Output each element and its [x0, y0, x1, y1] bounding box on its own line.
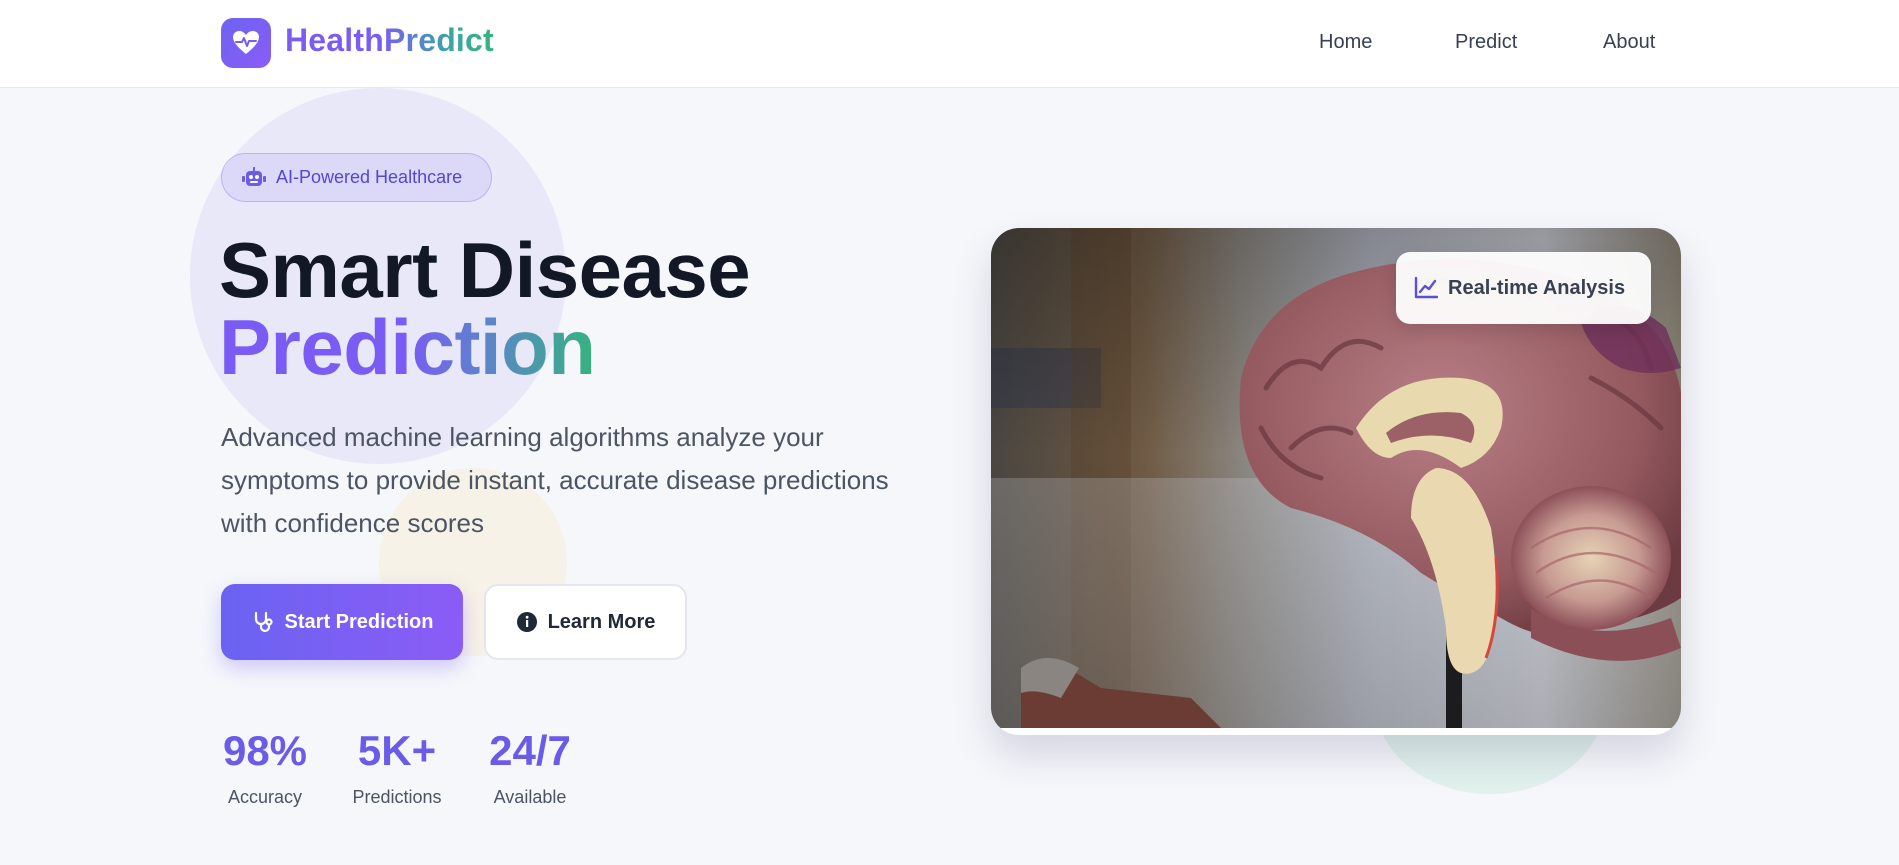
realtime-analysis-chip: Real-time Analysis: [1396, 252, 1651, 324]
start-prediction-label: Start Prediction: [284, 610, 434, 633]
learn-more-button[interactable]: Learn More: [484, 584, 687, 660]
ai-badge: AI-Powered Healthcare: [221, 153, 492, 202]
site-header: HealthPredict Home Predict About: [0, 0, 1899, 88]
stat-value: 24/7: [489, 727, 571, 774]
stethoscope-icon: [251, 610, 275, 634]
stat-accuracy: 98% Accuracy: [217, 723, 313, 808]
app-name[interactable]: HealthPredict: [285, 22, 494, 59]
nav-predict[interactable]: Predict: [1455, 31, 1517, 54]
badge-label: AI-Powered Healthcare: [276, 167, 463, 187]
hero-title-line2: Prediction: [219, 303, 596, 391]
stat-value: 5K+: [357, 727, 437, 774]
learn-more-label: Learn More: [547, 610, 656, 633]
hero-description: Advanced machine learning algorithms ana…: [221, 422, 889, 538]
stat-label: Predictions: [352, 787, 442, 807]
info-icon: [516, 611, 538, 633]
start-prediction-button[interactable]: Start Prediction: [221, 584, 463, 660]
nav-about[interactable]: About: [1603, 31, 1655, 54]
chip-label: Real-time Analysis: [1448, 276, 1626, 299]
robot-icon: [242, 166, 266, 189]
stat-predictions: 5K+ Predictions: [344, 723, 450, 808]
stat-label: Available: [493, 787, 567, 807]
stat-label: Accuracy: [227, 787, 303, 807]
line-chart-icon: [1414, 277, 1438, 299]
heart-pulse-icon[interactable]: [221, 18, 271, 68]
stat-value: 98%: [222, 727, 308, 774]
stat-available: 24/7 Available: [480, 723, 580, 808]
nav-home[interactable]: Home: [1319, 31, 1372, 54]
